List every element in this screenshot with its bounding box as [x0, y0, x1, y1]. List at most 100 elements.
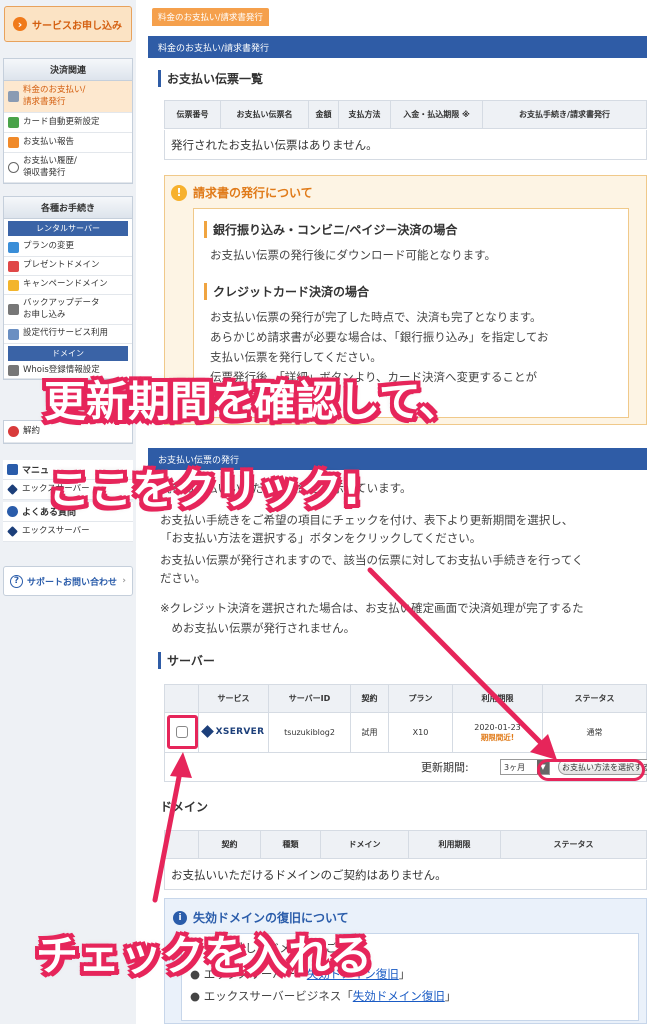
- sidebar-item-label: バックアップデータ お申し込み: [23, 298, 100, 320]
- notice-title: ! 請求書の発行について: [171, 184, 313, 201]
- caption-click-here: ここをクリック!: [48, 465, 362, 514]
- col-header: ステータス: [542, 684, 647, 713]
- domain-table: 契約 種類 ドメイン 利用期限 ステータス: [164, 830, 647, 859]
- server-section-title: サーバー: [158, 652, 215, 669]
- issue-text-line: 「お支払い方法を選択する」ボタンをクリックしてください。: [160, 531, 482, 545]
- refresh-icon: [8, 241, 19, 253]
- arrow-right-icon: ›: [13, 17, 27, 31]
- expiry-cell: 2020-01-23 期限間近!: [452, 712, 543, 753]
- label-line1: 料金のお支払い/: [23, 85, 86, 96]
- col-header: 入金・払込期限 ※: [390, 100, 483, 129]
- info-bullet: ● エックスサーバービジネス「失効ドメイン復旧」: [190, 989, 457, 1003]
- col-header: 金額: [308, 100, 339, 129]
- sidebar-item-present-domain[interactable]: プレゼントドメイン: [4, 257, 132, 276]
- bullet-prefix: エックスサーバービジネス「: [203, 989, 353, 1003]
- bank-text: お支払い伝票の発行後にダウンロード可能となります。: [210, 248, 497, 262]
- sidebar-item-label: プレゼントドメイン: [23, 260, 100, 271]
- col-header: サーバーID: [268, 684, 351, 713]
- plan-cell: X10: [388, 712, 453, 753]
- pay-button-highlight: [537, 759, 645, 781]
- sidebar-item-label: カード自動更新設定: [23, 116, 100, 127]
- xserver-logo-text: XSERVER: [215, 726, 265, 737]
- renew-period-label: 更新期間:: [421, 761, 469, 774]
- status-cell: 通常: [542, 712, 647, 753]
- contract-cell: 試用: [350, 712, 389, 753]
- col-header: [164, 684, 199, 713]
- label-line1: お支払い履歴/: [23, 156, 77, 167]
- person-icon: [8, 365, 19, 376]
- support-label: サポートお問い合わせ: [27, 577, 118, 588]
- caption-check-renew-period: 更新期間を確認して、: [44, 377, 461, 426]
- sidebar-item-label: お支払い報告: [23, 136, 75, 147]
- domain-subheader: ドメイン: [8, 346, 128, 361]
- sidebar-item-label: エックスサーバー: [22, 525, 90, 536]
- col-header: サービス: [198, 684, 269, 713]
- chevron-right-icon: ›: [122, 576, 126, 586]
- col-header: 種類: [260, 830, 321, 859]
- document-icon: [8, 91, 19, 102]
- xserver-mark-icon: [200, 725, 214, 739]
- clock-icon: [8, 162, 19, 173]
- col-header: [164, 830, 199, 859]
- sidebar-item-label: お支払い履歴/領収書発行: [23, 156, 77, 178]
- question-icon: ?: [10, 574, 23, 588]
- sidebar-item-backup[interactable]: バックアップデータ お申し込み: [4, 295, 132, 325]
- sidebar-item-payment-history[interactable]: お支払い履歴/領収書発行: [4, 153, 132, 183]
- sidebar-item-payment-invoice[interactable]: 料金のお支払い/請求書発行: [4, 81, 132, 113]
- sidebar-item-label: キャンペーンドメイン: [23, 279, 108, 290]
- invoice-table: 伝票番号 お支払い伝票名 金額 支払方法 入金・払込期限 ※ お支払手続き/請求…: [164, 100, 647, 129]
- table-row: XSERVER tsuzukiblog2 試用 X10 2020-01-23 期…: [164, 712, 647, 753]
- issue-text-line: お支払い伝票が発行されますので、該当の伝票に対してお支払い手続きを行ってく: [160, 553, 584, 567]
- gift-icon: [8, 260, 19, 272]
- card-icon: [8, 117, 19, 128]
- card-text-line: あらかじめ請求書が必要な場合は、「銀行振り込み」を指定してお: [210, 330, 549, 344]
- bullet-suffix: 」: [444, 989, 457, 1003]
- chat-bubble-icon: [7, 506, 18, 517]
- cancel-icon: [8, 426, 19, 437]
- credit-note-line: ※クレジット決済を選択された場合は、お支払い確定画面で決済処理が完了するた: [160, 601, 584, 615]
- invoice-empty-message: 発行されたお支払い伝票はありません。: [164, 130, 647, 160]
- backup-icon: [8, 304, 19, 315]
- card-text-line: お支払い伝票の発行が完了した時点で、決済も完了となります。: [210, 310, 542, 324]
- sidebar-item-label: 料金のお支払い/請求書発行: [23, 85, 85, 107]
- col-header: 支払方法: [338, 100, 391, 129]
- sidebar-item-label: 設定代行サービス利用: [23, 328, 109, 339]
- col-header: プラン: [388, 684, 453, 713]
- manual-title-label: マニュ: [22, 466, 50, 476]
- card-text-line: 支払い伝票を発行してください。: [210, 350, 382, 364]
- report-icon: [8, 137, 19, 148]
- service-apply-button[interactable]: › サービスお申し込み: [4, 6, 132, 42]
- xserver-logo: XSERVER: [200, 725, 265, 739]
- notice-title-label: 請求書の発行について: [193, 186, 313, 200]
- service-apply-label: サービスお申し込み: [32, 20, 122, 32]
- procedures-menu-title: 各種お手続き: [4, 197, 132, 219]
- label-line2: 請求書発行: [23, 96, 66, 107]
- sidebar-item-payment-report[interactable]: お支払い報告: [4, 133, 132, 153]
- xserver-logo-icon: [7, 526, 18, 537]
- col-header: ステータス: [500, 830, 647, 859]
- credit-note-line: めお支払い伝票が発行されません。: [160, 621, 356, 635]
- expired-domain-recovery-business-link[interactable]: 失効ドメイン復旧: [353, 989, 445, 1003]
- sidebar-item-campaign-domain[interactable]: キャンペーンドメイン: [4, 276, 132, 295]
- sidebar-item-setup-service[interactable]: 設定代行サービス利用: [4, 325, 132, 344]
- payment-menu-title: 決済関連: [4, 59, 132, 81]
- label-line2: 領収書発行: [23, 167, 66, 178]
- tab-payment-invoice[interactable]: 料金のお支払い/請求書発行: [152, 8, 269, 26]
- renew-period-value: 3ヶ月: [504, 762, 526, 772]
- server-id-cell: tsuzukiblog2: [268, 712, 351, 753]
- checkbox-highlight: [167, 715, 198, 749]
- expiry-date: 2020-01-23: [474, 722, 521, 732]
- label-line2: お申し込み: [23, 309, 66, 320]
- sidebar-item-card-auto-renew[interactable]: カード自動更新設定: [4, 113, 132, 133]
- payment-menu: 決済関連 料金のお支払い/請求書発行 カード自動更新設定 お支払い報告 お支払い…: [3, 58, 133, 184]
- bullet-suffix: 」: [398, 967, 411, 981]
- bank-heading: 銀行振り込み・コンビニ/ペイジー決済の場合: [204, 221, 457, 238]
- col-header: 利用期限: [408, 830, 501, 859]
- book-icon: [7, 464, 18, 475]
- page-header-bar: 料金のお支払い/請求書発行: [148, 36, 647, 58]
- server-table: サービス サーバーID 契約 プラン 利用期限 ステータス XSERVER ts…: [164, 684, 647, 753]
- sidebar-item-plan-change[interactable]: プランの変更: [4, 238, 132, 257]
- support-contact-button[interactable]: ? サポートお問い合わせ ›: [3, 566, 133, 596]
- warning-icon: !: [171, 184, 187, 201]
- sidebar-item-faq-xserver[interactable]: エックスサーバー: [3, 522, 133, 542]
